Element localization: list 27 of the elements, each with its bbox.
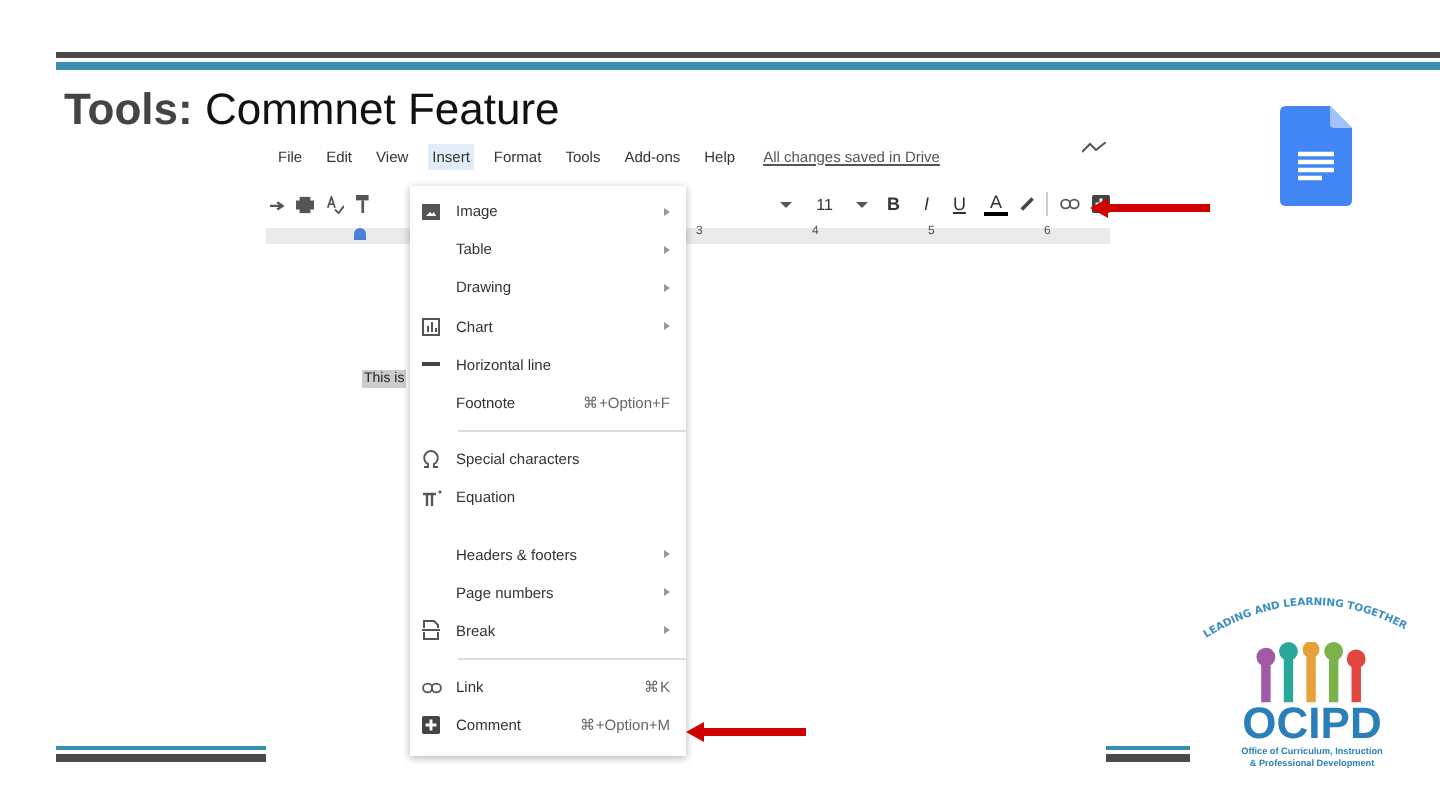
image-icon <box>422 203 440 220</box>
format-button[interactable]: B <box>880 194 906 214</box>
paint-format-icon[interactable] <box>356 194 371 214</box>
indent-marker-icon[interactable] <box>354 228 366 240</box>
font-size-field[interactable]: 11 <box>804 195 845 213</box>
logo-acronym: OCIPD <box>1242 702 1382 746</box>
pi-icon <box>422 489 442 506</box>
redo-icon[interactable] <box>270 197 285 211</box>
format-button[interactable]: A <box>983 192 1008 216</box>
link-icon <box>422 681 442 694</box>
spellcheck-icon[interactable] <box>326 195 345 213</box>
chart-icon <box>422 317 440 336</box>
format-button[interactable]: U <box>946 194 972 214</box>
add-comment-icon <box>422 716 440 735</box>
dropdown-caret-icon[interactable] <box>780 201 793 207</box>
print-icon[interactable] <box>296 195 315 213</box>
dropdown-caret-icon[interactable] <box>856 201 869 207</box>
arrow <box>686 722 806 742</box>
trend-icon[interactable] <box>1082 142 1106 154</box>
page-break-icon <box>422 620 440 641</box>
document-app-icon <box>1280 106 1352 206</box>
highlighter-icon[interactable] <box>1019 196 1035 212</box>
format-button[interactable]: I <box>917 194 935 214</box>
arrow <box>1090 198 1210 218</box>
link-icon[interactable] <box>1060 198 1080 210</box>
omega-icon <box>422 450 440 469</box>
slide-title: Tools: Commnet Feature <box>64 84 560 134</box>
